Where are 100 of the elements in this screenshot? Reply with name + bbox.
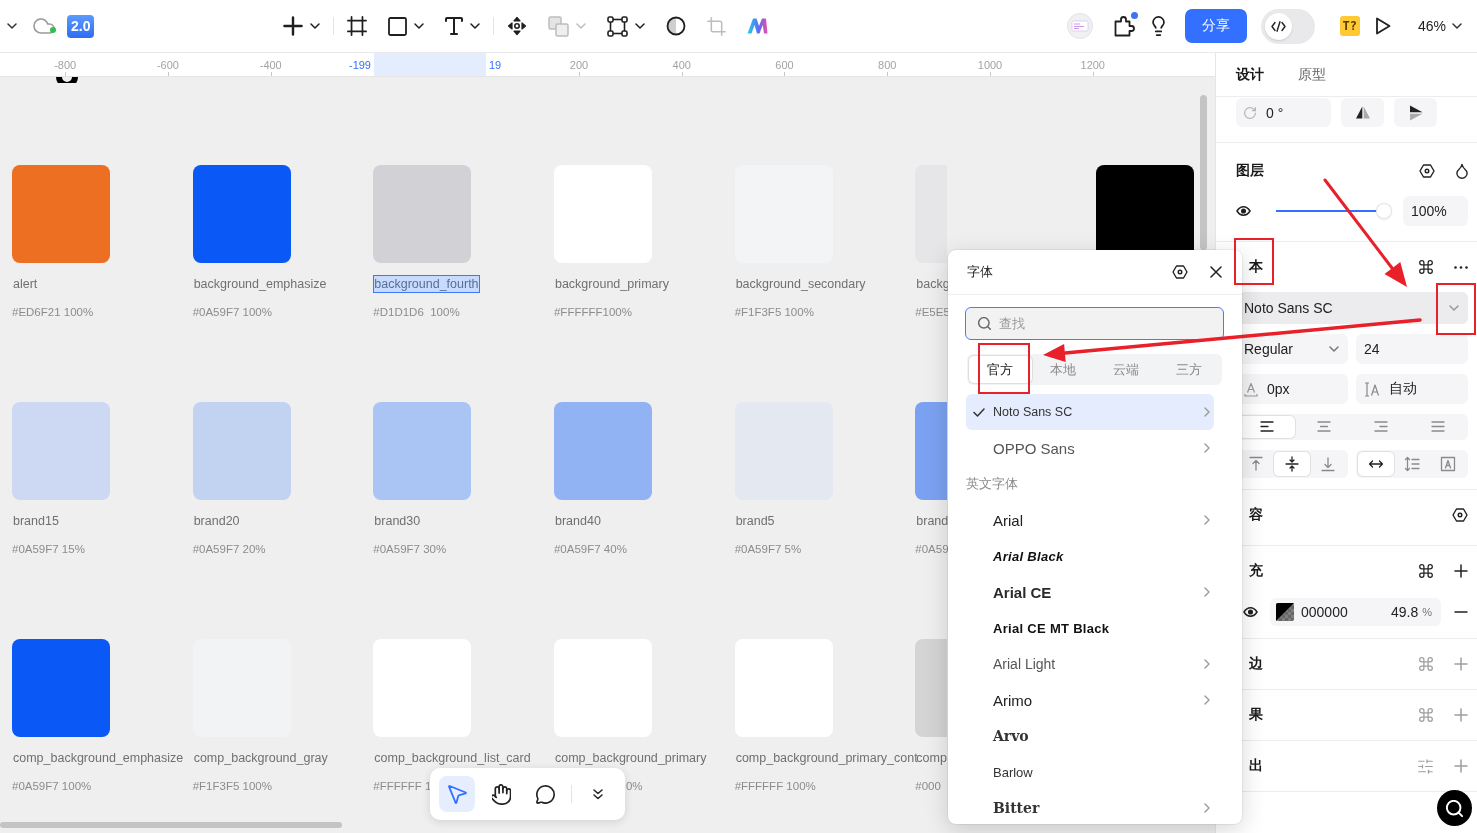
eye-icon[interactable] (1236, 206, 1251, 216)
text-resize-option[interactable] (1358, 452, 1394, 476)
ruler-label: -400 (259, 58, 282, 72)
four-diamonds-icon[interactable] (507, 16, 527, 36)
select-tool-button[interactable] (439, 776, 475, 812)
list-heading: 英文字体 (966, 475, 1019, 493)
ring-shape (55, 77, 79, 83)
slider-thumb[interactable] (1377, 204, 1391, 218)
command-icon[interactable] (1419, 260, 1433, 274)
rotation-field[interactable]: 0 ° (1236, 98, 1331, 127)
plus-icon[interactable] (1454, 564, 1468, 578)
close-icon[interactable] (1210, 266, 1222, 278)
settings-icon[interactable] (1172, 265, 1188, 279)
droplet-icon[interactable] (1456, 163, 1468, 179)
flip-horizontal-button[interactable] (1341, 98, 1384, 127)
square-icon[interactable] (388, 16, 407, 36)
command-icon[interactable] (1419, 564, 1433, 578)
font-option[interactable]: Arial CE (966, 574, 1214, 610)
align-center-icon (1315, 419, 1332, 435)
ruler-label: -600 (156, 58, 179, 72)
search-field[interactable]: 查找 (965, 307, 1224, 340)
align-justify-icon (1429, 419, 1446, 435)
code-icon (1270, 20, 1286, 32)
swatch-value: #E5E5 (915, 305, 950, 320)
caret-icon[interactable] (635, 23, 645, 29)
swatch-value: #0A59 (915, 542, 949, 557)
puzzle-piece-icon[interactable] (1113, 15, 1135, 37)
hexagon-target-icon[interactable] (1419, 164, 1435, 178)
caret-icon[interactable] (7, 23, 17, 29)
version-badge[interactable]: 2.0 (67, 14, 95, 38)
font-option[interactable]: Arvo (966, 718, 1214, 754)
vertical-arrow-lines-icon (1404, 456, 1420, 472)
hexagon-target-icon[interactable] (1452, 508, 1468, 522)
caret-icon (1452, 23, 1462, 29)
lightbulb-icon[interactable] (1150, 16, 1166, 36)
fill-color-field[interactable]: 000000 49.8 % (1270, 598, 1441, 626)
square-nodes-icon[interactable] (607, 15, 628, 37)
font-option[interactable]: OPPO Sans (966, 430, 1214, 466)
share-button[interactable]: 分享 (1184, 9, 1247, 43)
vertical-align-option[interactable] (1274, 452, 1310, 476)
cloud-icon[interactable] (33, 18, 55, 34)
zoom-menu[interactable]: 46% (1417, 18, 1462, 34)
font-option[interactable]: Arimo (966, 682, 1214, 718)
swatch-value: #0A59F7 100% (12, 779, 92, 794)
line-height-field[interactable]: 自动 (1356, 374, 1468, 404)
swatch-value: #0A59F7 15% (12, 542, 85, 557)
swatch-value: #F1F3F5 100% (734, 305, 814, 320)
ruler-label: 1200 (1080, 58, 1105, 72)
panel-tab[interactable]: 原型 (1298, 65, 1326, 84)
ruler-label: 600 (775, 58, 794, 72)
line-height-icon (1364, 381, 1380, 397)
swatch-value: #0A59F7 30% (373, 542, 447, 557)
swatch-value: #FFFFFF100% (553, 305, 632, 320)
eye-icon[interactable] (1243, 607, 1258, 617)
swatch-name: background_fourth (373, 275, 480, 293)
swatch-name: brand30 (373, 513, 422, 530)
play-icon[interactable] (1374, 17, 1391, 35)
color-swatch-icon (1276, 603, 1294, 621)
caret-icon[interactable] (310, 23, 320, 29)
gradient-logo-icon[interactable] (747, 18, 768, 34)
panel-tab[interactable]: 设计 (1236, 65, 1264, 84)
half-circle-icon[interactable] (666, 16, 686, 36)
swatch-value: #D1D1D6 100% (373, 305, 460, 320)
boxed-a-icon (1440, 456, 1456, 472)
swatch-name: brand5 (734, 513, 776, 530)
frame-icon[interactable] (347, 16, 367, 36)
font-source-tab[interactable]: 官方 (969, 356, 1032, 383)
font-option[interactable]: Arial Light (966, 646, 1214, 682)
minus-icon[interactable] (1454, 611, 1468, 613)
caret-icon[interactable] (414, 23, 424, 29)
assistant-badge[interactable]: T? (1339, 16, 1360, 36)
swatch-name: comp_background_gray (192, 750, 329, 767)
font-option[interactable]: Barlow (966, 754, 1214, 790)
swatch-name: comp_background_list_card (373, 750, 532, 767)
page-thumbnail-icon[interactable] (1066, 13, 1093, 39)
sliders-icon[interactable] (1418, 758, 1433, 774)
swatch-name: brand15 (12, 513, 60, 530)
percent-unit: % (1422, 606, 1432, 618)
font-option[interactable]: Arial (966, 502, 1214, 538)
plus-icon[interactable] (283, 16, 303, 36)
align-middle-icon (1284, 456, 1300, 472)
font-option[interactable]: Arial CE MT Black (966, 610, 1214, 646)
caret-icon[interactable] (470, 23, 480, 29)
font-option[interactable]: Noto Sans SC (966, 394, 1214, 430)
font-option[interactable]: Bitter (966, 790, 1214, 824)
swatch-name: background_secondary (734, 276, 867, 293)
opacity-field[interactable]: 100% (1403, 196, 1468, 226)
code-mode-toggle[interactable] (1260, 8, 1315, 44)
color-hex-text: 000000 (1301, 604, 1348, 620)
section-title: 果 (1248, 706, 1263, 724)
swatch-name: background_primary (553, 276, 670, 293)
search-icon (1446, 799, 1463, 817)
search-button[interactable] (1437, 790, 1472, 826)
flip-vertical-button[interactable] (1394, 98, 1437, 127)
font-option[interactable]: Arial Black (966, 538, 1214, 574)
font-size-field[interactable]: 24 (1356, 334, 1468, 364)
letter-t-icon[interactable] (445, 17, 463, 35)
more-icon[interactable] (1454, 265, 1468, 269)
fill-opacity-text: 49.8 (1390, 604, 1419, 620)
align-bottom-icon (1320, 456, 1336, 472)
